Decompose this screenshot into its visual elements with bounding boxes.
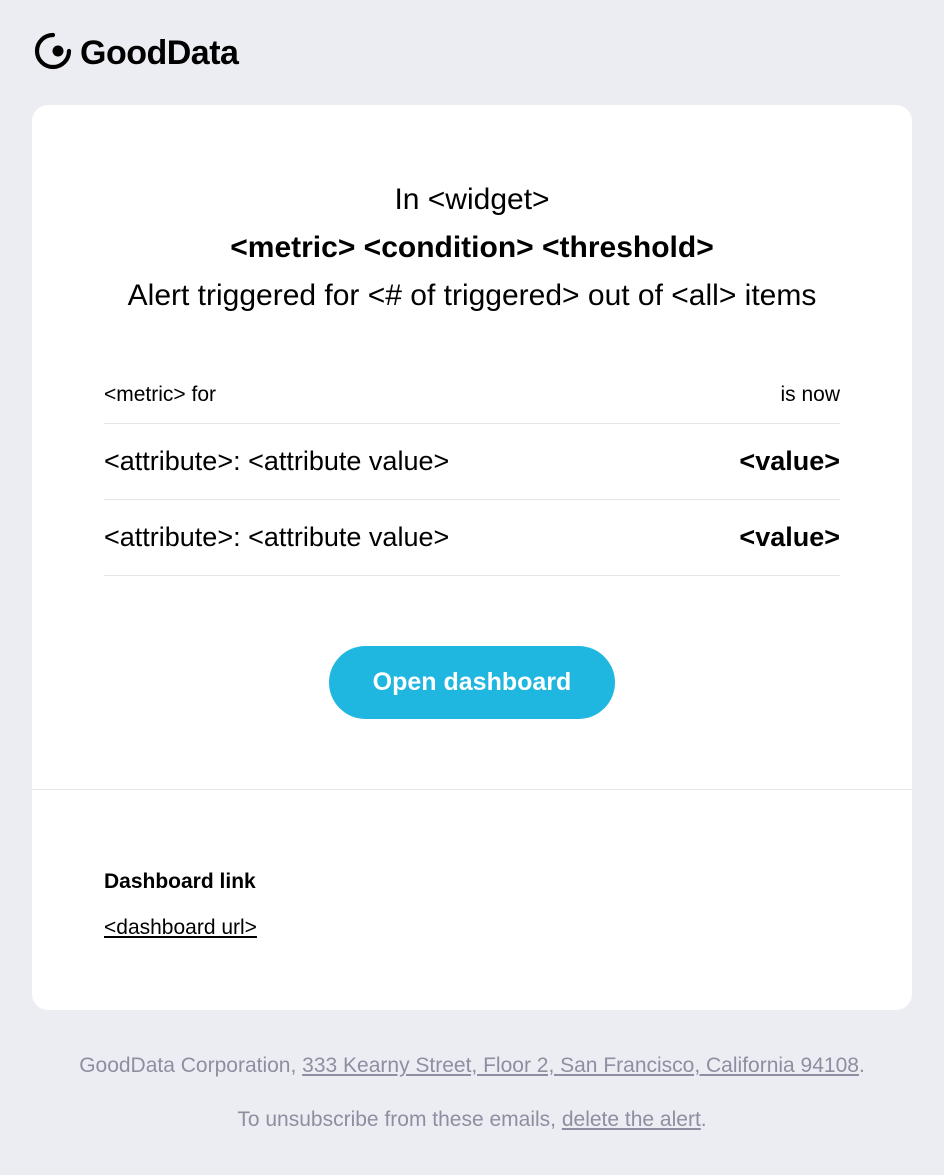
brand-name: GoodData xyxy=(80,34,238,73)
summary-line: Alert triggered for <# of triggered> out… xyxy=(92,279,852,313)
delete-alert-link[interactable]: delete the alert xyxy=(562,1108,701,1131)
table-header-left: <metric> for xyxy=(104,383,216,407)
dashboard-url-link[interactable]: <dashboard url> xyxy=(104,916,257,939)
table-header-right: is now xyxy=(780,383,840,407)
alert-header: In <widget> <metric> <condition> <thresh… xyxy=(32,183,912,313)
open-dashboard-button[interactable]: Open dashboard xyxy=(329,646,616,719)
metrics-table: <metric> for is now <attribute>: <attrib… xyxy=(32,313,912,576)
gooddata-logo-icon xyxy=(32,30,74,77)
table-row: <attribute>: <attribute value> <value> xyxy=(104,500,840,576)
footer-unsubscribe-line: To unsubscribe from these emails, delete… xyxy=(32,1104,912,1136)
email-footer: GoodData Corporation, 333 Kearny Street,… xyxy=(32,1010,912,1135)
context-line: In <widget> xyxy=(92,183,852,217)
unsubscribe-trail: . xyxy=(701,1108,707,1131)
unsubscribe-prefix: To unsubscribe from these emails, xyxy=(237,1108,561,1131)
email-card: In <widget> <metric> <condition> <thresh… xyxy=(32,105,912,1010)
row-value: <value> xyxy=(739,446,840,477)
table-row: <attribute>: <attribute value> <value> xyxy=(104,424,840,500)
footer-address-line: GoodData Corporation, 333 Kearny Street,… xyxy=(32,1050,912,1082)
footer-address-trail: . xyxy=(859,1054,865,1077)
condition-line: <metric> <condition> <threshold> xyxy=(92,231,852,265)
dashboard-link-section: Dashboard link <dashboard url> xyxy=(32,790,912,1010)
footer-company: GoodData Corporation, xyxy=(79,1054,302,1077)
row-value: <value> xyxy=(739,522,840,553)
logo: GoodData xyxy=(32,30,912,77)
table-header: <metric> for is now xyxy=(104,383,840,424)
footer-address-link[interactable]: 333 Kearny Street, Floor 2, San Francisc… xyxy=(302,1054,859,1077)
link-heading: Dashboard link xyxy=(104,870,840,894)
row-label: <attribute>: <attribute value> xyxy=(104,522,449,553)
row-label: <attribute>: <attribute value> xyxy=(104,446,449,477)
